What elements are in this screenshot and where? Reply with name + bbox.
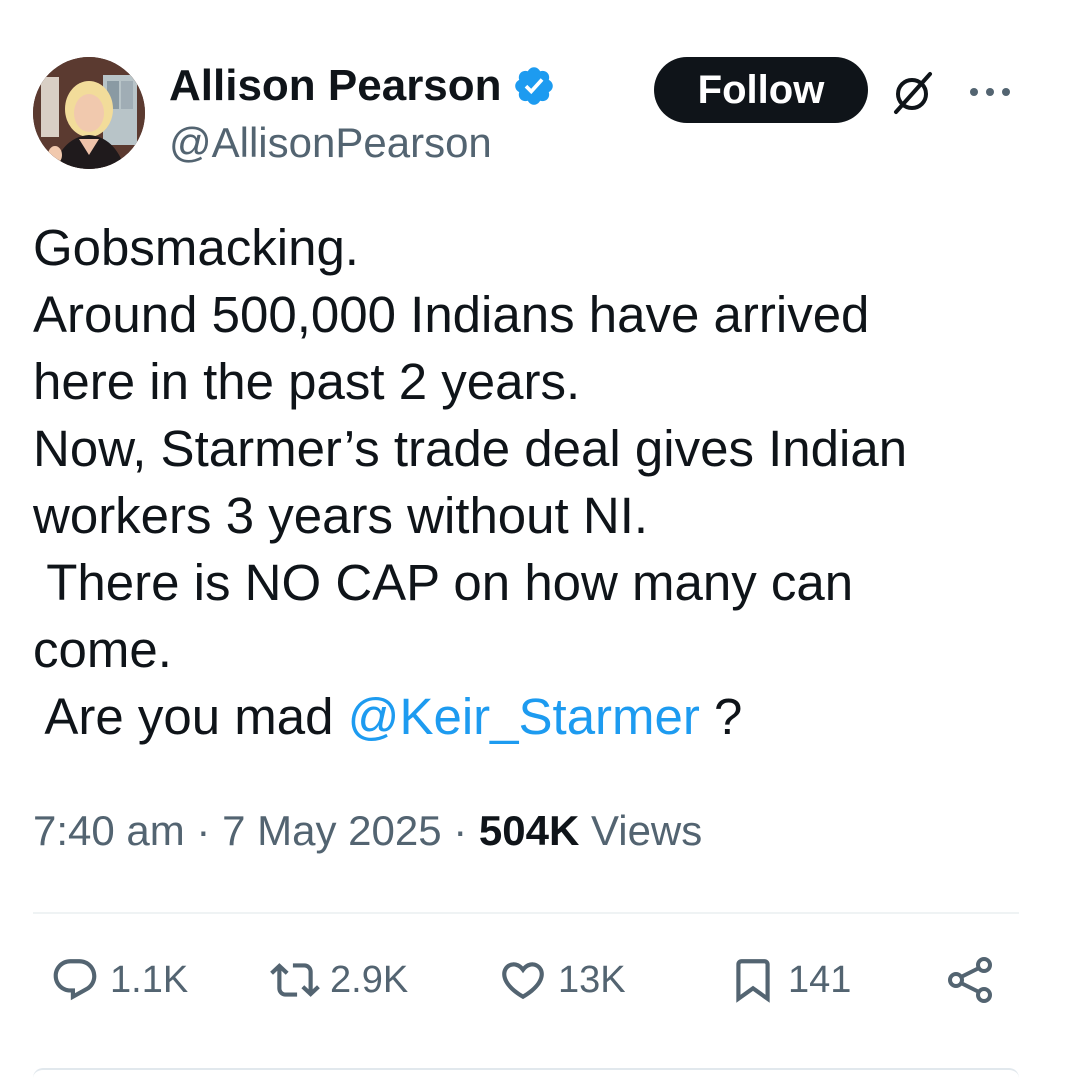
- heart-icon: [502, 962, 544, 1000]
- tweet-line: come.: [33, 621, 172, 678]
- bookmark-icon: [736, 959, 770, 1003]
- tweet-line: There is NO CAP on how many can: [33, 554, 854, 611]
- follow-button[interactable]: Follow: [654, 57, 868, 123]
- reply-button[interactable]: 1.1K: [50, 950, 188, 1010]
- tweet-text: Gobsmacking. Around 500,000 Indians have…: [33, 214, 1043, 750]
- author-name-row[interactable]: Allison Pearson: [169, 60, 556, 112]
- tweet-line: Gobsmacking.: [33, 219, 359, 276]
- tweet-line: workers 3 years without NI.: [33, 487, 649, 544]
- reply-count: 1.1K: [110, 958, 189, 1001]
- meta-separator: ·: [184, 807, 223, 854]
- tweet-line-suffix: ?: [699, 688, 743, 745]
- tweet-date[interactable]: 7 May 2025: [222, 807, 441, 854]
- avatar-photo: [33, 57, 145, 169]
- tweet-meta: 7:40 am · 7 May 2025 · 504K Views: [33, 804, 702, 858]
- repost-icon: [270, 963, 320, 997]
- tweet-line-prefix: Are you mad: [33, 688, 348, 745]
- meta-separator: ·: [441, 807, 479, 854]
- bookmark-count: 141: [788, 958, 852, 1001]
- repost-count: 2.9K: [330, 958, 409, 1001]
- share-icon: [948, 957, 992, 1003]
- card-bottom-edge: [33, 1068, 1019, 1078]
- avatar[interactable]: [33, 57, 145, 169]
- reply-icon: [53, 959, 97, 1001]
- repost-button[interactable]: 2.9K: [270, 950, 408, 1010]
- like-count: 13K: [558, 958, 626, 1001]
- verified-badge-icon[interactable]: [512, 64, 556, 108]
- mention-link[interactable]: @Keir_Starmer: [348, 688, 700, 745]
- bookmark-button[interactable]: 141: [728, 950, 851, 1010]
- views-label: Views: [590, 807, 703, 854]
- tweet-line: Now, Starmer’s trade deal gives Indian: [33, 420, 908, 477]
- divider: [33, 912, 1019, 914]
- tweet-line: here in the past 2 years.: [33, 353, 581, 410]
- share-button[interactable]: [946, 950, 1006, 1010]
- author-handle[interactable]: @AllisonPearson: [169, 118, 492, 168]
- views-count: 504K: [478, 807, 580, 854]
- more-options-icon[interactable]: [966, 72, 1014, 112]
- grok-icon[interactable]: [890, 70, 936, 116]
- tweet-line: Around 500,000 Indians have arrived: [33, 286, 870, 343]
- tweet-last-line: Are you mad @Keir_Starmer ?: [33, 683, 1043, 750]
- author-display-name[interactable]: Allison Pearson: [169, 60, 502, 112]
- tweet-time[interactable]: 7:40 am: [33, 807, 185, 854]
- like-button[interactable]: 13K: [498, 950, 626, 1010]
